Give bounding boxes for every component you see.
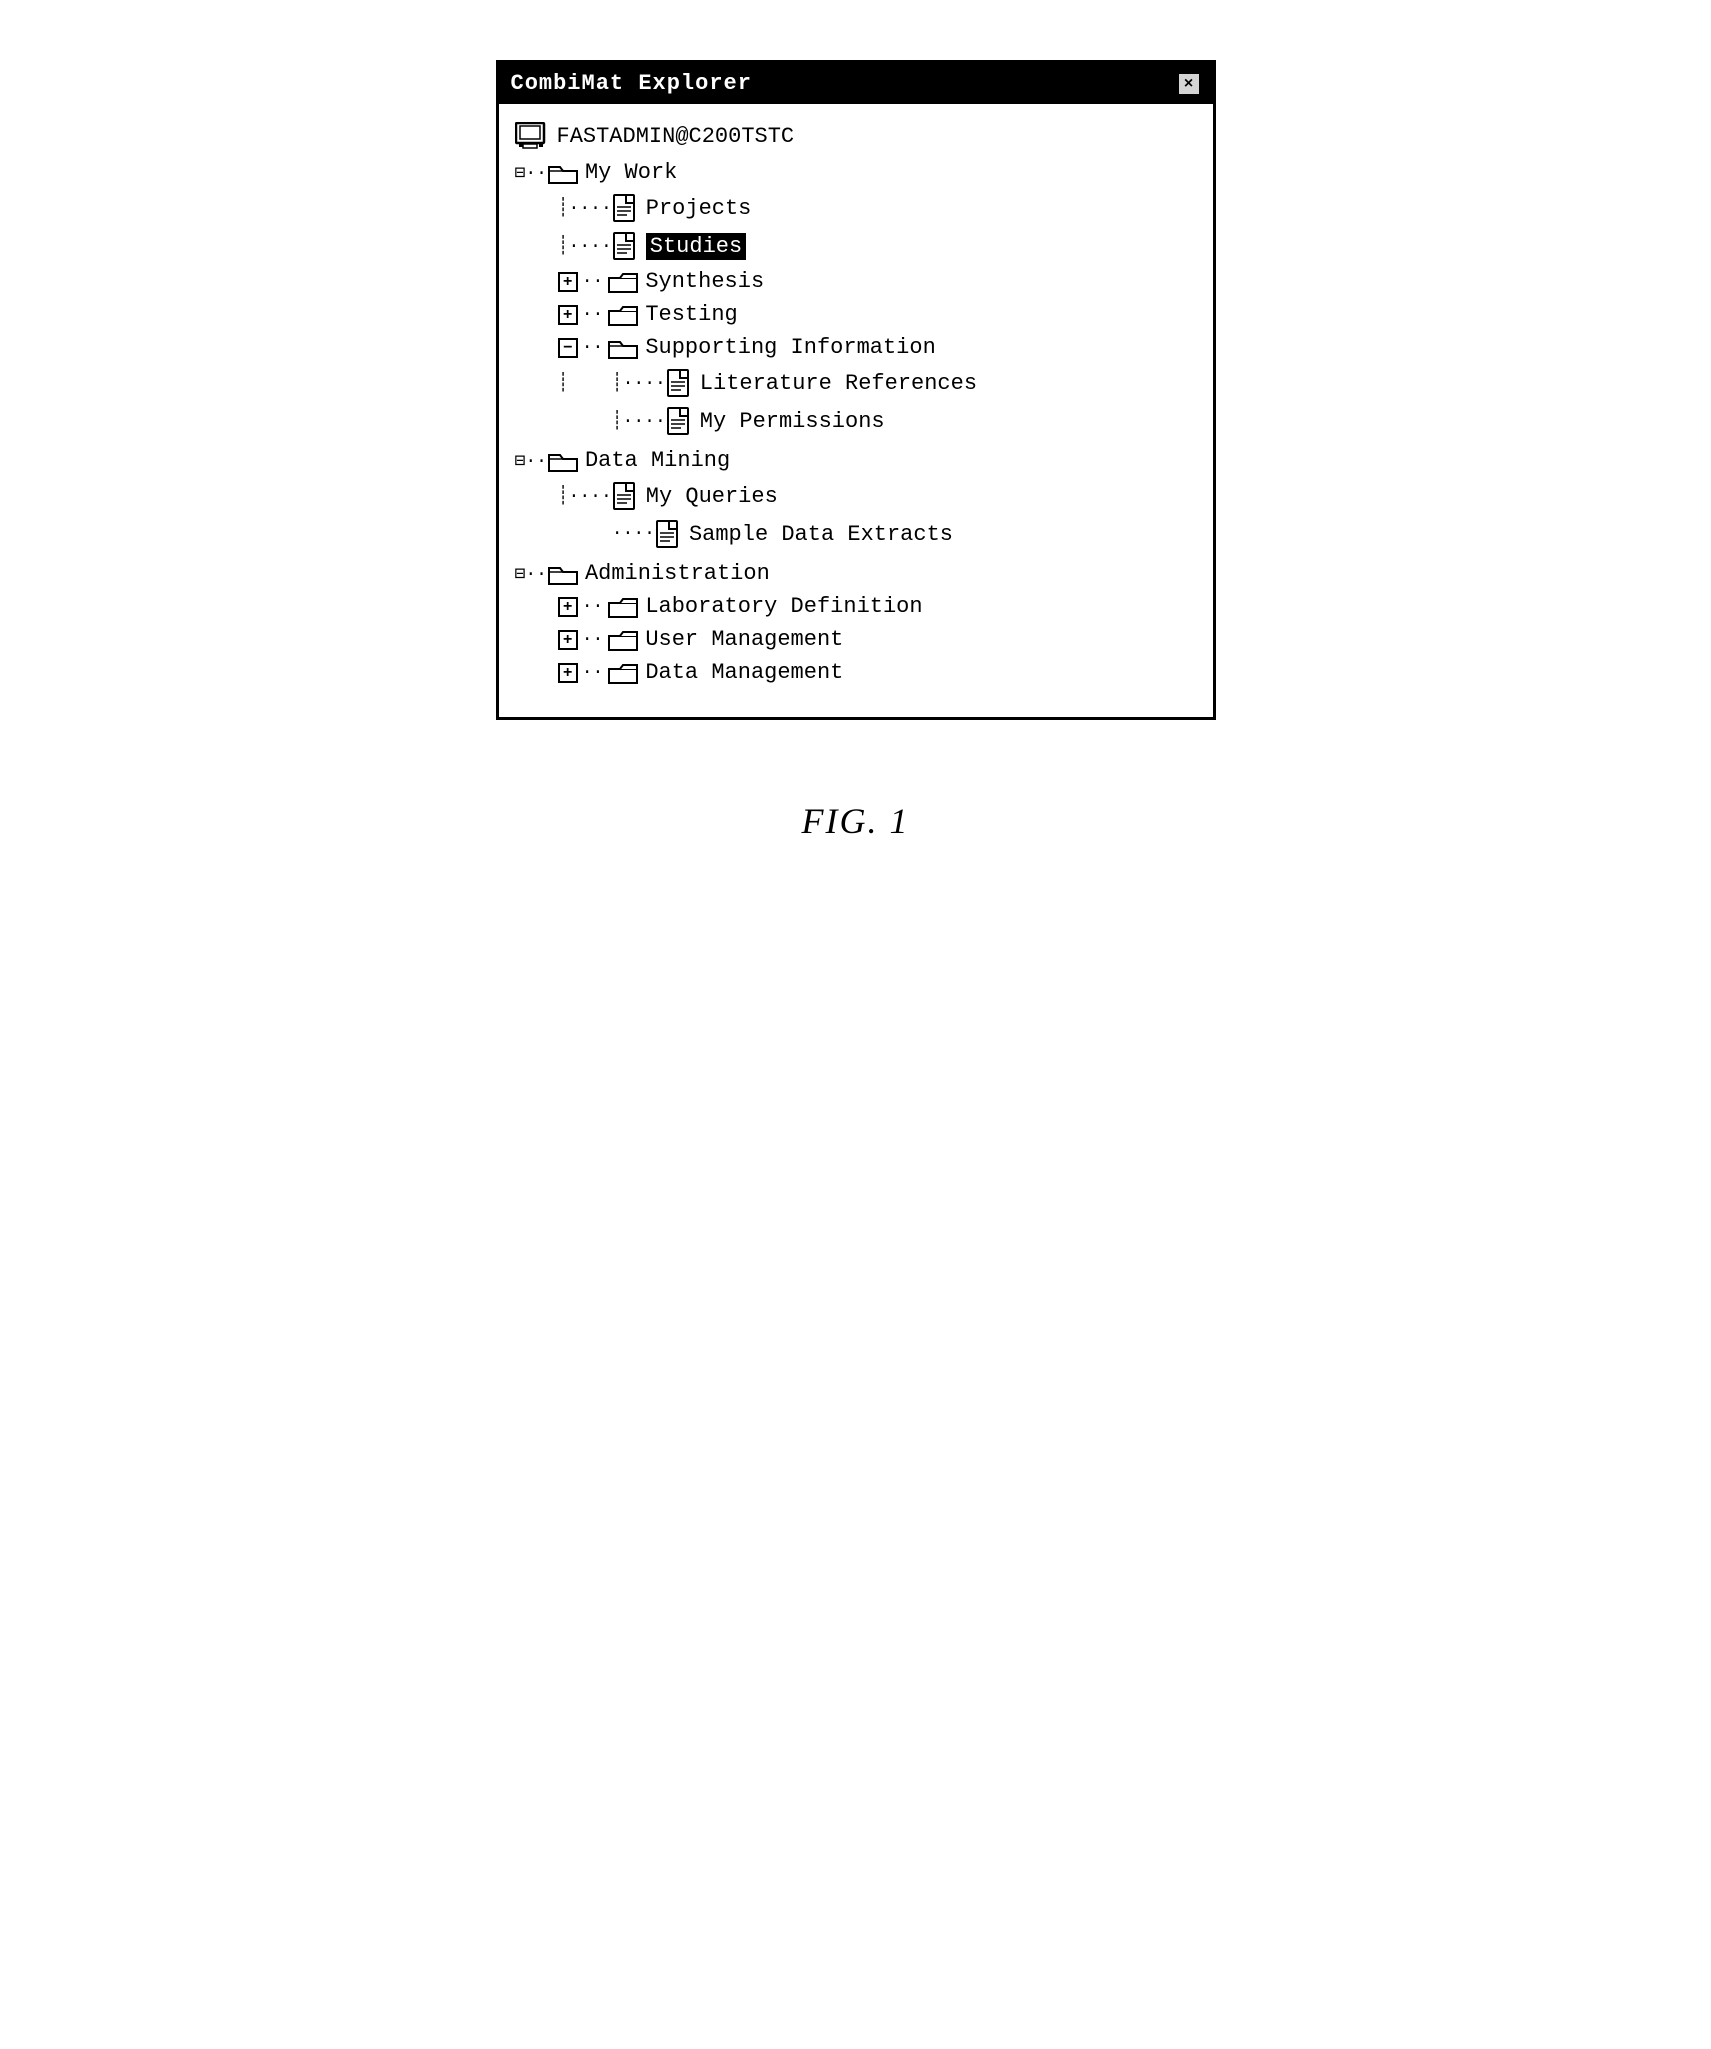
- tree-dots-datamgmt: ··: [582, 663, 604, 683]
- tree-connector-mywork: ⊟··: [515, 162, 547, 184]
- folder-open-icon-admin: [547, 562, 579, 586]
- tree-connector-testing: [515, 305, 558, 325]
- doc-icon-sampleextracts: [655, 519, 683, 549]
- user-mgmt-node[interactable]: + ·· User Management: [507, 623, 1205, 656]
- doc-icon-litrefs: [666, 368, 694, 398]
- my-work-label: My Work: [585, 160, 677, 185]
- tree-connector-myperms: ┊····: [515, 410, 666, 432]
- close-button[interactable]: ×: [1177, 72, 1201, 96]
- tree-connector-labdef: [515, 597, 558, 617]
- sample-extracts-label: Sample Data Extracts: [689, 522, 953, 547]
- testing-label: Testing: [645, 302, 737, 327]
- data-mgmt-expand[interactable]: +: [558, 663, 578, 683]
- root-label: FASTADMIN@C200TSTC: [557, 124, 795, 149]
- doc-icon-projects: [612, 193, 640, 223]
- folder-closed-icon-usermgmt: [607, 628, 639, 652]
- supporting-info-label: Supporting Information: [645, 335, 935, 360]
- tree-dots-labdef: ··: [582, 597, 604, 617]
- tree-connector-sampleextracts: ····: [515, 524, 655, 544]
- folder-closed-icon-testing: [607, 303, 639, 327]
- tree-connector-admin: ⊟··: [515, 563, 547, 585]
- tree-connector-support: [515, 338, 558, 358]
- tree-connector-usermgmt: [515, 630, 558, 650]
- data-mining-node[interactable]: ⊟·· Data Mining: [507, 444, 1205, 477]
- title-bar: CombiMat Explorer ×: [499, 63, 1213, 104]
- synthesis-label: Synthesis: [645, 269, 764, 294]
- window-title: CombiMat Explorer: [511, 71, 752, 96]
- tree-dots-support: ··: [582, 338, 604, 358]
- supporting-info-expand[interactable]: −: [558, 338, 578, 358]
- projects-node[interactable]: ┊···· Projects: [507, 189, 1205, 227]
- data-mgmt-node[interactable]: + ·· Data Management: [507, 656, 1205, 689]
- folder-closed-icon-datamgmt: [607, 661, 639, 685]
- doc-icon-studies: [612, 231, 640, 261]
- tree-connector-projects: ┊····: [515, 197, 612, 219]
- lit-refs-node[interactable]: ┊ ┊···· Literature References: [507, 364, 1205, 402]
- tree-container: FASTADMIN@C200TSTC ⊟·· My Work ┊····: [499, 104, 1213, 717]
- synthesis-node[interactable]: + ·· Synthesis: [507, 265, 1205, 298]
- lit-refs-label: Literature References: [700, 371, 977, 396]
- folder-closed-icon-synthesis: [607, 270, 639, 294]
- lab-def-node[interactable]: + ·· Laboratory Definition: [507, 590, 1205, 623]
- data-mining-label: Data Mining: [585, 448, 730, 473]
- studies-label: Studies: [646, 233, 746, 260]
- folder-open-icon-datamining: [547, 449, 579, 473]
- lab-def-label: Laboratory Definition: [645, 594, 922, 619]
- folder-closed-icon-labdef: [607, 595, 639, 619]
- my-queries-label: My Queries: [646, 484, 778, 509]
- tree-connector-datamgmt: [515, 663, 558, 683]
- tree-dots-testing: ··: [582, 305, 604, 325]
- figure-caption: FIG. 1: [802, 800, 910, 842]
- synthesis-expand[interactable]: +: [558, 272, 578, 292]
- root-node[interactable]: FASTADMIN@C200TSTC: [507, 116, 1205, 156]
- computer-icon: [515, 122, 549, 150]
- my-work-node[interactable]: ⊟·· My Work: [507, 156, 1205, 189]
- tree-dots-synthesis: ··: [582, 272, 604, 292]
- doc-icon-myqueries: [612, 481, 640, 511]
- user-mgmt-expand[interactable]: +: [558, 630, 578, 650]
- data-mgmt-label: Data Management: [645, 660, 843, 685]
- studies-node[interactable]: ┊···· Studies: [507, 227, 1205, 265]
- tree-connector-synthesis: [515, 272, 558, 292]
- folder-open-icon-mywork: [547, 161, 579, 185]
- tree-connector-studies: ┊····: [515, 235, 612, 257]
- lab-def-expand[interactable]: +: [558, 597, 578, 617]
- explorer-window: CombiMat Explorer × FASTADMIN@C200TSTC ⊟…: [496, 60, 1216, 720]
- my-queries-node[interactable]: ┊···· My Queries: [507, 477, 1205, 515]
- page-wrapper: CombiMat Explorer × FASTADMIN@C200TSTC ⊟…: [0, 0, 1711, 2049]
- testing-expand[interactable]: +: [558, 305, 578, 325]
- tree-connector-myqueries: ┊····: [515, 485, 612, 507]
- my-perms-label: My Permissions: [700, 409, 885, 434]
- administration-label: Administration: [585, 561, 770, 586]
- tree-dots-usermgmt: ··: [582, 630, 604, 650]
- folder-open-icon-support: [607, 336, 639, 360]
- testing-node[interactable]: + ·· Testing: [507, 298, 1205, 331]
- sample-extracts-node[interactable]: ···· Sample Data Extracts: [507, 515, 1205, 553]
- doc-icon-myperms: [666, 406, 694, 436]
- my-perms-node[interactable]: ┊···· My Permissions: [507, 402, 1205, 440]
- administration-node[interactable]: ⊟·· Administration: [507, 557, 1205, 590]
- supporting-info-node[interactable]: − ·· Supporting Information: [507, 331, 1205, 364]
- user-mgmt-label: User Management: [645, 627, 843, 652]
- tree-connector-litrefs: ┊ ┊····: [515, 372, 666, 394]
- projects-label: Projects: [646, 196, 752, 221]
- tree-connector-datamining: ⊟··: [515, 450, 547, 472]
